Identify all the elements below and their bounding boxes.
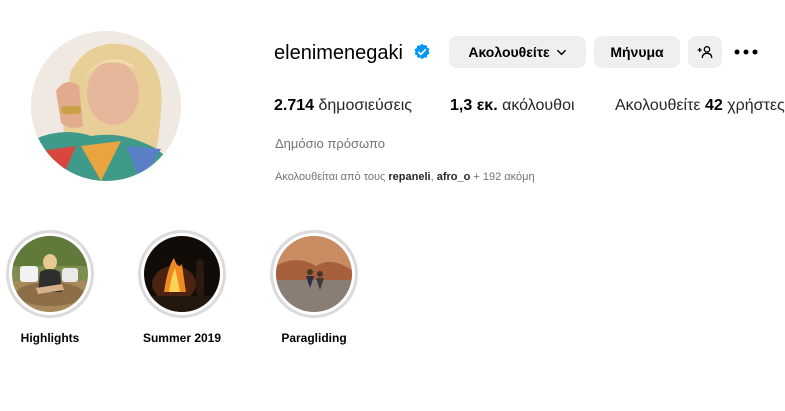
person-add-icon [697,46,713,59]
following-prefix: Ακολουθείτε [615,97,701,114]
following-number: 42 [704,97,723,114]
highlight-label: Highlights [20,331,80,345]
add-user-button[interactable] [688,36,722,68]
followers-label: ακόλουθοι [502,97,575,114]
following-link[interactable]: Ακολουθείτε 42 χρήστες [615,96,785,116]
followed-by[interactable]: Ακολουθείται από τους repaneli, afro_o +… [275,170,535,184]
story-highlight[interactable]: Summer 2019 [138,230,226,345]
followed-by-user[interactable]: repaneli [388,171,430,183]
message-button[interactable]: Μήνυμα [594,36,680,68]
followed-by-user[interactable]: afro_o [437,171,471,183]
followed-by-prefix: Ακολουθείται από τους [275,171,386,183]
more-options-icon [734,49,758,55]
profile-category: Δημόσιο πρόσωπο [275,136,385,151]
chevron-down-icon [556,49,566,55]
following-label: χρήστες [727,97,785,114]
story-highlight[interactable]: Paragliding [270,230,358,345]
more-options-button[interactable] [733,40,759,64]
highlight-cover-image [276,236,352,312]
verified-badge-icon [414,43,430,60]
followed-by-separator: , [430,171,434,183]
posts-number: 2.714 [274,97,315,114]
highlight-ring [138,230,226,318]
posts-label: δημοσιεύσεις [318,97,413,114]
highlight-ring [270,230,358,318]
profile-photo [31,31,181,181]
highlight-cover-image [12,236,88,312]
message-button-label: Μήνυμα [610,44,664,60]
username: elenimenegaki [274,42,403,64]
highlight-label: Summer 2019 [142,331,222,345]
followers-number: 1,3 εκ. [450,97,498,114]
posts-count: 2.714 δημοσιεύσεις [274,96,412,116]
highlight-label: Paragliding [281,331,347,345]
highlight-ring [6,230,94,318]
followed-by-more: + 192 ακόμη [473,171,535,183]
story-highlight[interactable]: Highlights [6,230,94,345]
profile-avatar[interactable] [31,31,181,181]
following-button-label: Ακολουθείτε [468,44,550,60]
following-button[interactable]: Ακολουθείτε [449,36,586,68]
highlight-cover-image [144,236,220,312]
followers-link[interactable]: 1,3 εκ. ακόλουθοι [450,96,575,116]
